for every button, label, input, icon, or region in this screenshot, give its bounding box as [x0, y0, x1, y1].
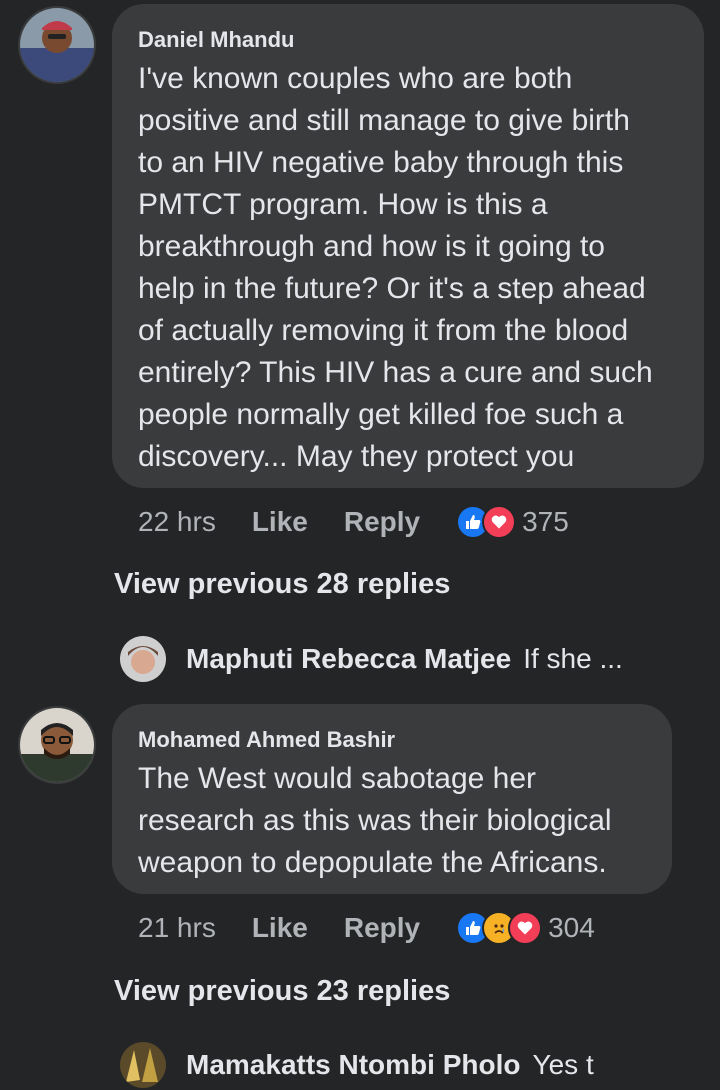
comment-bubble: Mohamed Ahmed Bashir The West would sabo…: [112, 704, 672, 894]
avatar-daniel-mhandu[interactable]: [18, 6, 96, 84]
reaction-count[interactable]: 304: [548, 912, 595, 944]
comment-text-line: discovery... May they protect you: [138, 440, 575, 473]
reply-snippet: If she ...: [523, 643, 623, 674]
like-button[interactable]: Like: [252, 912, 308, 944]
comment-text-line: of actually removing it from the blood: [138, 314, 629, 347]
comment-text-line: people normally get killed foe such a: [138, 398, 624, 431]
reply-author[interactable]: Mamakatts Ntombi Pholo: [186, 1049, 520, 1081]
reaction-summary[interactable]: [456, 911, 543, 945]
reaction-summary[interactable]: [456, 505, 517, 539]
reply-snippet: Yes t: [532, 1049, 594, 1080]
comment-text-line: positive and still manage to give birth: [138, 104, 630, 137]
comment-text-line: The West would sabotage her: [138, 762, 537, 795]
comment-text-line: research as this was their biological: [138, 804, 612, 837]
avatar-photo: [20, 8, 94, 82]
reply-avatar[interactable]: [120, 636, 166, 682]
avatar-mohamed-ahmed-bashir[interactable]: [18, 706, 96, 784]
comment-bubble: Daniel Mhandu I've known couples who are…: [112, 4, 704, 488]
reaction-count[interactable]: 375: [522, 506, 569, 538]
comment-author[interactable]: Daniel Mhandu: [138, 26, 678, 54]
comment-text-line: help in the future? Or it's a step ahead: [138, 272, 646, 305]
view-previous-replies-link[interactable]: View previous 23 replies: [114, 975, 450, 1008]
reply-preview[interactable]: Maphuti Rebecca Matjee If she ...: [120, 634, 623, 684]
comment-text-line: I've known couples who are both: [138, 62, 573, 95]
comment-text-line: weapon to depopulate the Africans.: [138, 846, 607, 879]
comment-actions: 22 hrs Like Reply 375: [138, 502, 569, 542]
comment-text-line: to an HIV negative baby through this: [138, 146, 624, 179]
comment-timestamp[interactable]: 22 hrs: [138, 506, 216, 538]
reply-button[interactable]: Reply: [344, 506, 420, 538]
reply-preview[interactable]: Mamakatts Ntombi Pholo Yes t: [120, 1040, 594, 1090]
avatar-photo: [20, 708, 94, 782]
like-button[interactable]: Like: [252, 506, 308, 538]
comment-author[interactable]: Mohamed Ahmed Bashir: [138, 726, 646, 754]
view-previous-replies-link[interactable]: View previous 28 replies: [114, 568, 450, 601]
comment-text-line: breakthrough and how is it going to: [138, 230, 605, 263]
reply-button[interactable]: Reply: [344, 912, 420, 944]
reply-author[interactable]: Maphuti Rebecca Matjee: [186, 643, 511, 675]
comment-actions: 21 hrs Like Reply 304: [138, 908, 595, 948]
comment-text-line: PMTCT program. How is this a: [138, 188, 548, 221]
love-icon: [508, 911, 543, 945]
comment-text-line: entirely? This HIV has a cure and such: [138, 356, 653, 389]
reply-avatar[interactable]: [120, 1042, 166, 1088]
love-icon: [482, 505, 517, 539]
comment-timestamp[interactable]: 21 hrs: [138, 912, 216, 944]
